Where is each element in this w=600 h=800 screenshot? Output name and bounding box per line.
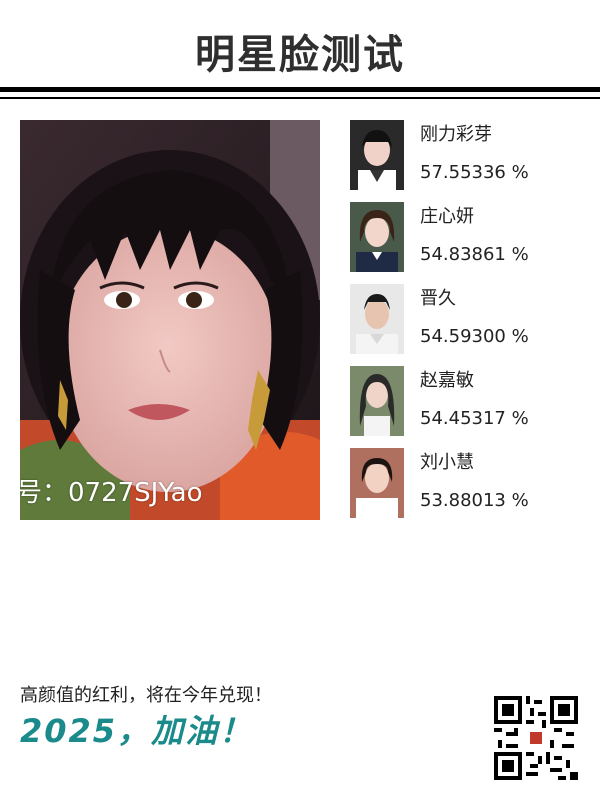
match-item-2: 庄心妍 54.83861 % <box>350 202 580 272</box>
match-score: 54.83861 % <box>420 244 529 265</box>
page-title: 明星脸测试 <box>195 32 405 78</box>
match-thumbnail <box>350 284 404 354</box>
match-score: 53.88013 % <box>420 490 529 511</box>
match-item-3: 晋久 54.59300 % <box>350 284 580 354</box>
match-name: 庄心妍 <box>420 206 474 227</box>
match-thumbnail <box>350 448 404 518</box>
match-score: 54.45317 % <box>420 408 529 429</box>
photo-watermark: 号：0727SJYao <box>20 478 203 508</box>
match-item-4: 赵嘉敏 54.45317 % <box>350 366 580 436</box>
match-score: 57.55336 % <box>420 162 529 183</box>
match-item-1: 刚力彩芽 57.55336 % <box>350 120 580 190</box>
header-divider-thick <box>0 87 600 92</box>
match-name: 赵嘉敏 <box>420 370 474 391</box>
match-score: 54.59300 % <box>420 326 529 347</box>
match-thumbnail <box>350 202 404 272</box>
match-name: 晋久 <box>420 288 456 309</box>
qr-code-icon <box>494 696 578 780</box>
match-thumbnail <box>350 366 404 436</box>
footer-slogan: 高颜值的红利，将在今年兑现！ <box>20 685 272 706</box>
footer-cheer: 2025，加油！ <box>20 712 254 750</box>
user-photo: 号：0727SJYao <box>20 120 320 520</box>
match-name: 刚力彩芽 <box>420 124 492 145</box>
match-list: 刚力彩芽 57.55336 % 庄心妍 54.83861 % 晋久 54.593… <box>350 120 580 530</box>
header-divider-thin <box>0 97 600 99</box>
match-item-5: 刘小慧 53.88013 % <box>350 448 580 518</box>
match-thumbnail <box>350 120 404 190</box>
match-name: 刘小慧 <box>420 452 474 473</box>
